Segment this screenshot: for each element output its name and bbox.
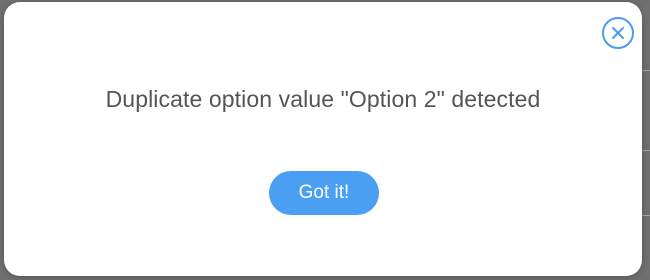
close-button[interactable] (602, 17, 634, 49)
got-it-button[interactable]: Got it! (269, 171, 379, 215)
dialog-message: Duplicate option value "Option 2" detect… (105, 86, 541, 112)
alert-dialog: Duplicate option value "Option 2" detect… (4, 2, 642, 276)
close-icon (612, 27, 624, 39)
